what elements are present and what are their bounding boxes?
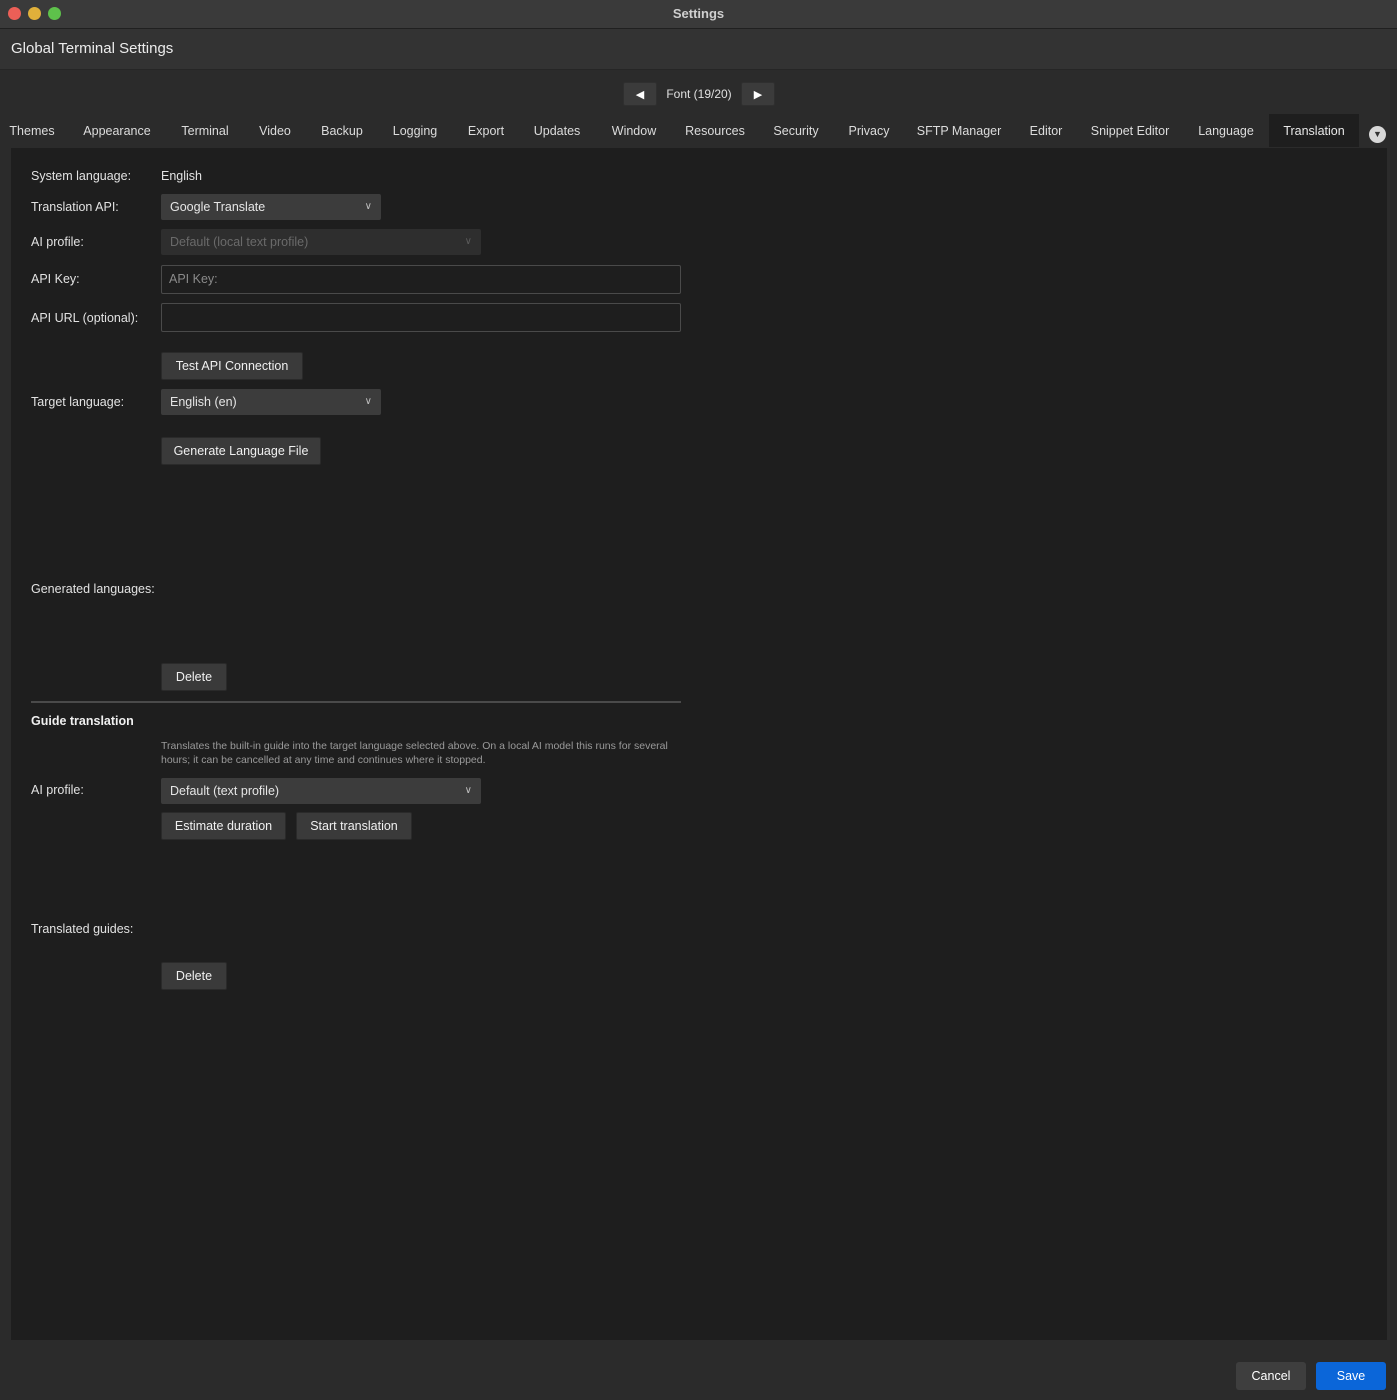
target-language-value: English (en) <box>170 395 237 409</box>
translated-guides-label: Translated guides: <box>31 922 134 936</box>
tab-export[interactable]: Export <box>454 114 518 147</box>
api-key-input[interactable]: API Key: <box>161 265 681 294</box>
chevron-down-icon: ∨ <box>364 396 372 407</box>
tab-appearance[interactable]: Appearance <box>70 114 164 147</box>
window-title: Settings <box>672 6 725 21</box>
target-language-label: Target language: <box>31 395 125 409</box>
page-title: Global Terminal Settings <box>11 40 174 57</box>
generate-language-file-button[interactable]: Generate Language File <box>161 437 321 465</box>
ai-profile-label: AI profile: <box>31 235 84 249</box>
tab-themes[interactable]: Themes <box>0 114 64 147</box>
tab-editor[interactable]: Editor <box>1016 114 1076 147</box>
triangle-right-icon: ▶ <box>753 88 763 101</box>
guide-translation-hint: Translates the built-in guide into the t… <box>161 740 668 766</box>
tab-window[interactable]: Window <box>598 114 670 147</box>
next-section-button[interactable]: ▶ <box>741 82 775 106</box>
settings-header: Global Terminal Settings <box>0 29 1397 70</box>
chevron-down-icon: ∨ <box>364 201 372 212</box>
test-api-connection-button[interactable]: Test API Connection <box>161 352 303 380</box>
tab-sftp-manager[interactable]: SFTP Manager <box>906 114 1012 147</box>
delete-language-button[interactable]: Delete <box>161 663 227 691</box>
tab-updates[interactable]: Updates <box>520 114 594 147</box>
system-language-label: System language: <box>31 169 132 183</box>
guide-ai-profile-value: Default (text profile) <box>170 784 280 798</box>
api-url-input[interactable] <box>161 303 681 332</box>
section-divider <box>31 701 681 703</box>
settings-tabs: Themes Appearance Terminal Video Backup … <box>0 114 1397 148</box>
tab-privacy[interactable]: Privacy <box>834 114 904 147</box>
guide-translation-title: Guide translation <box>31 714 134 728</box>
tab-resources[interactable]: Resources <box>672 114 758 147</box>
chevron-down-icon: ∨ <box>464 785 472 796</box>
cancel-button[interactable]: Cancel <box>1236 1362 1306 1390</box>
api-key-label: API Key: <box>31 272 80 286</box>
tab-video[interactable]: Video <box>246 114 304 147</box>
tab-terminal[interactable]: Terminal <box>166 114 244 147</box>
target-language-select[interactable]: English (en) ∨ <box>161 389 381 415</box>
api-key-placeholder: API Key: <box>169 272 218 286</box>
chevron-down-icon[interactable]: ▼ <box>1369 126 1386 143</box>
guide-ai-profile-label: AI profile: <box>31 783 84 797</box>
ai-profile-select: Default (local text profile) ∨ <box>161 229 481 255</box>
tab-snippet-editor[interactable]: Snippet Editor <box>1078 114 1182 147</box>
tab-translation[interactable]: Translation <box>1269 114 1359 147</box>
translation-panel: System language: English Translation API… <box>11 148 1387 1340</box>
title-bar: Settings <box>0 0 1397 29</box>
delete-guide-button[interactable]: Delete <box>161 962 227 990</box>
save-button[interactable]: Save <box>1316 1362 1386 1390</box>
ai-profile-value: Default (local text profile) <box>170 235 309 249</box>
tab-security[interactable]: Security <box>762 114 830 147</box>
triangle-left-icon: ◀ <box>635 88 645 101</box>
start-translation-button[interactable]: Start translation <box>296 812 412 840</box>
chevron-down-icon: ∨ <box>464 236 472 247</box>
translation-api-label: Translation API: <box>31 200 119 214</box>
api-url-label: API URL (optional): <box>31 311 139 325</box>
pager-label: Font (19/20) <box>666 87 732 101</box>
prev-section-button[interactable]: ◀ <box>623 82 657 106</box>
translation-api-select[interactable]: Google Translate ∨ <box>161 194 381 220</box>
tab-language[interactable]: Language <box>1186 114 1266 147</box>
tab-logging[interactable]: Logging <box>380 114 450 147</box>
tab-backup[interactable]: Backup <box>306 114 378 147</box>
section-pager: ◀ Font (19/20) ▶ <box>623 82 775 106</box>
guide-ai-profile-select[interactable]: Default (text profile) ∨ <box>161 778 481 804</box>
estimate-duration-button[interactable]: Estimate duration <box>161 812 286 840</box>
generated-languages-label: Generated languages: <box>31 582 155 596</box>
translation-api-value: Google Translate <box>170 200 266 214</box>
system-language-value: English <box>161 169 202 183</box>
